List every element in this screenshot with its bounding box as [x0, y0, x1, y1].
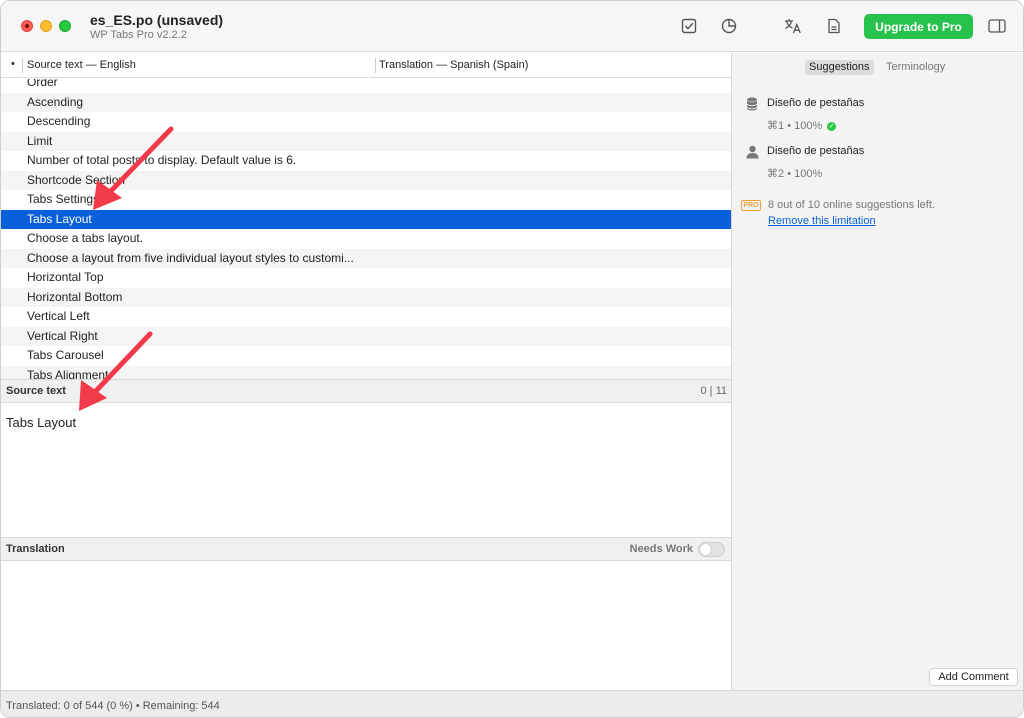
source-text-label: Source text: [6, 385, 66, 397]
needs-work-toggle[interactable]: [698, 542, 725, 557]
list-row[interactable]: Choose a tabs layout.: [1, 229, 731, 249]
verified-check-icon: ✓: [827, 121, 837, 131]
list-row[interactable]: Ascending: [1, 92, 731, 112]
string-list[interactable]: Order Ascending Descending Limit Number of t…: [1, 79, 731, 379]
suggestion-shortcut: ⌘2: [767, 168, 785, 180]
window-subtitle: WP Tabs Pro v2.2.2: [90, 29, 187, 41]
checkmark-square-icon[interactable]: [678, 15, 700, 37]
person-icon: [746, 145, 760, 159]
suggestion-text: Diseño de pestañas: [767, 145, 865, 157]
sidebar-toggle-icon[interactable]: [986, 15, 1008, 37]
list-row[interactable]: Horizontal Top: [1, 268, 731, 288]
tab-terminology[interactable]: Terminology: [882, 60, 949, 75]
source-column-header[interactable]: Source text — English: [27, 59, 136, 71]
list-row[interactable]: Shortcode Section: [1, 170, 731, 190]
suggestion-limit-text: 8 out of 10 online suggestions left.: [768, 199, 935, 211]
suggestion-score: 100%: [794, 168, 823, 180]
needs-work-label: Needs Work: [629, 543, 693, 555]
list-row[interactable]: Horizontal Bottom: [1, 287, 731, 307]
close-window-button[interactable]: [21, 20, 33, 32]
database-icon: [746, 97, 760, 111]
source-text-content: Tabs Layout: [6, 415, 77, 430]
status-column-header[interactable]: •: [11, 58, 15, 70]
document-icon[interactable]: [823, 15, 845, 37]
suggestions-sidebar: Suggestions Terminology Diseño de pestañ…: [731, 53, 1023, 690]
status-bar: Translated: 0 of 544 (0 %) • Remaining: …: [1, 690, 1023, 717]
minimize-window-button[interactable]: [40, 20, 52, 32]
translation-label: Translation: [6, 543, 65, 555]
translation-input[interactable]: [1, 562, 731, 690]
add-comment-button[interactable]: Add Comment: [929, 668, 1018, 686]
zoom-window-button[interactable]: [59, 20, 71, 32]
translation-column-header[interactable]: Translation — Spanish (Spain): [379, 59, 528, 71]
column-divider: [375, 58, 376, 73]
list-row[interactable]: Tabs Alignment: [1, 365, 731, 379]
translation-bar: Translation Needs Work: [1, 537, 731, 561]
column-divider: [22, 58, 23, 73]
list-row[interactable]: Order: [1, 79, 731, 93]
suggestion-score: 100%: [794, 120, 823, 132]
app-window: es_ES.po (unsaved) WP Tabs Pro v2.2.2 Up…: [0, 0, 1024, 718]
window-title: es_ES.po (unsaved): [90, 12, 224, 28]
list-row[interactable]: Vertical Left: [1, 307, 731, 327]
editor-pane: • Source text — English Translation — Sp…: [1, 53, 731, 690]
list-row[interactable]: Tabs Carousel: [1, 346, 731, 366]
list-row[interactable]: Tabs Settings: [1, 190, 731, 210]
translation-progress-text: Translated: 0 of 544 (0 %) • Remaining: …: [6, 700, 220, 712]
list-row[interactable]: Number of total posts to display. Defaul…: [1, 151, 731, 171]
list-row[interactable]: Tabs Layout: [1, 209, 731, 229]
suggestion-text: Diseño de pestañas: [767, 97, 865, 109]
list-row[interactable]: Limit: [1, 131, 731, 151]
translate-icon[interactable]: [782, 15, 804, 37]
suggestion-meta: ⌘2 • 100%: [767, 167, 822, 180]
character-count: 0 | 11: [700, 385, 727, 397]
source-text-bar: Source text 0 | 11: [1, 379, 731, 403]
list-row[interactable]: Vertical Right: [1, 326, 731, 346]
list-row[interactable]: Descending: [1, 112, 731, 132]
list-row[interactable]: Choose a layout from five individual lay…: [1, 248, 731, 268]
toggle-knob: [700, 544, 711, 555]
tab-suggestions[interactable]: Suggestions: [805, 60, 874, 75]
remove-limitation-link[interactable]: Remove this limitation: [768, 215, 876, 227]
pro-badge: PRO: [741, 200, 761, 211]
pie-chart-icon[interactable]: [718, 15, 740, 37]
column-header: • Source text — English Translation — Sp…: [1, 53, 731, 78]
upgrade-to-pro-button[interactable]: Upgrade to Pro: [864, 14, 973, 39]
suggestion-shortcut: ⌘1: [767, 120, 785, 132]
suggestion-meta: ⌘1 • 100% ✓: [767, 119, 837, 132]
titlebar: es_ES.po (unsaved) WP Tabs Pro v2.2.2 Up…: [1, 1, 1023, 52]
